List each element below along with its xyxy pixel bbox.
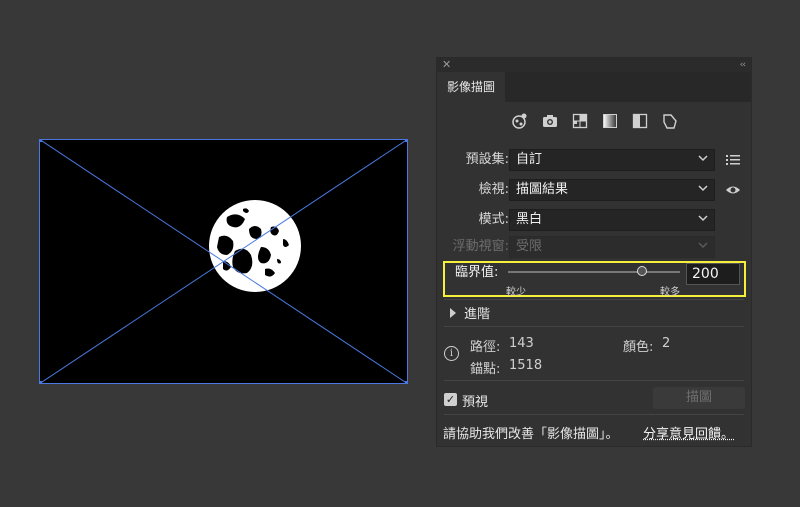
view-value: 描圖結果 (516, 182, 569, 197)
preview-checkbox[interactable]: ✓ (444, 393, 457, 406)
mode-select[interactable]: 黑白 (509, 209, 715, 231)
tab-image-trace[interactable]: 影像描圖 (437, 72, 505, 102)
preset-select[interactable]: 自訂 (509, 149, 715, 171)
feedback-link[interactable]: 分享意見回饋。 (643, 423, 734, 442)
grayscale-icon[interactable] (599, 110, 621, 132)
threshold-slider[interactable] (508, 271, 680, 273)
black-white-icon[interactable] (629, 110, 651, 132)
mode-label: 模式: (478, 212, 509, 227)
triangle-right-icon (450, 308, 456, 318)
anchors-label: 錨點: (470, 362, 501, 377)
preset-list-icon[interactable] (725, 152, 743, 168)
threshold-input[interactable]: 200 (686, 263, 740, 285)
view-select[interactable]: 描圖結果 (509, 179, 715, 201)
palette-select[interactable]: 受限 (509, 236, 715, 258)
paths-value: 143 (509, 336, 534, 351)
help-text: 請協助我們改善「影像描圖」。 (443, 427, 619, 442)
chevron-down-icon (698, 180, 708, 200)
colors-value: 2 (662, 336, 671, 351)
threshold-more-label: 較多 (660, 287, 680, 298)
mode-value: 黑白 (516, 212, 543, 227)
palette-row: 浮動視窗: 受限 (437, 236, 753, 258)
divider (444, 299, 744, 300)
preset-label: 預設集: (465, 152, 509, 167)
eye-icon[interactable] (725, 182, 743, 198)
divider (444, 326, 744, 327)
panel-titlebar: ✕ ‹‹ (437, 58, 751, 72)
chevron-down-icon (698, 210, 708, 230)
anchors-value: 1518 (509, 358, 543, 373)
preview-label: 預視 (462, 395, 489, 410)
advanced-toggle[interactable]: 進階 (450, 303, 490, 322)
colors-label: 顏色: (623, 340, 654, 355)
grid-icon[interactable] (569, 110, 591, 132)
mode-row: 模式: 黑白 (437, 209, 753, 231)
outline-icon[interactable] (659, 110, 681, 132)
canvas-image[interactable] (39, 139, 408, 384)
palette-value: 受限 (516, 239, 543, 254)
preset-value: 自訂 (516, 152, 543, 167)
view-row: 檢視: 描圖結果 (437, 179, 753, 201)
info-icon: i (444, 346, 459, 361)
tab-bar: 影像描圖 (437, 72, 751, 102)
close-icon[interactable]: ✕ (442, 58, 451, 72)
trace-button[interactable]: 描圖 (653, 387, 745, 409)
paths-label: 路徑: (470, 340, 501, 355)
chevron-down-icon (698, 150, 708, 170)
view-label: 檢視: (478, 182, 509, 197)
auto-color-icon[interactable] (509, 110, 531, 132)
moon-image (39, 139, 408, 384)
advanced-label: 進階 (464, 307, 491, 322)
preset-icon-row (509, 110, 681, 132)
threshold-label: 臨界值: (455, 265, 499, 280)
collapse-icon[interactable]: ‹‹ (740, 58, 746, 72)
divider (444, 380, 744, 381)
chevron-down-icon (698, 237, 708, 257)
palette-label: 浮動視窗: (452, 239, 509, 254)
divider (444, 414, 744, 415)
threshold-less-label: 較少 (506, 287, 526, 298)
preset-row: 預設集: 自訂 (437, 149, 753, 171)
camera-icon[interactable] (539, 110, 561, 132)
